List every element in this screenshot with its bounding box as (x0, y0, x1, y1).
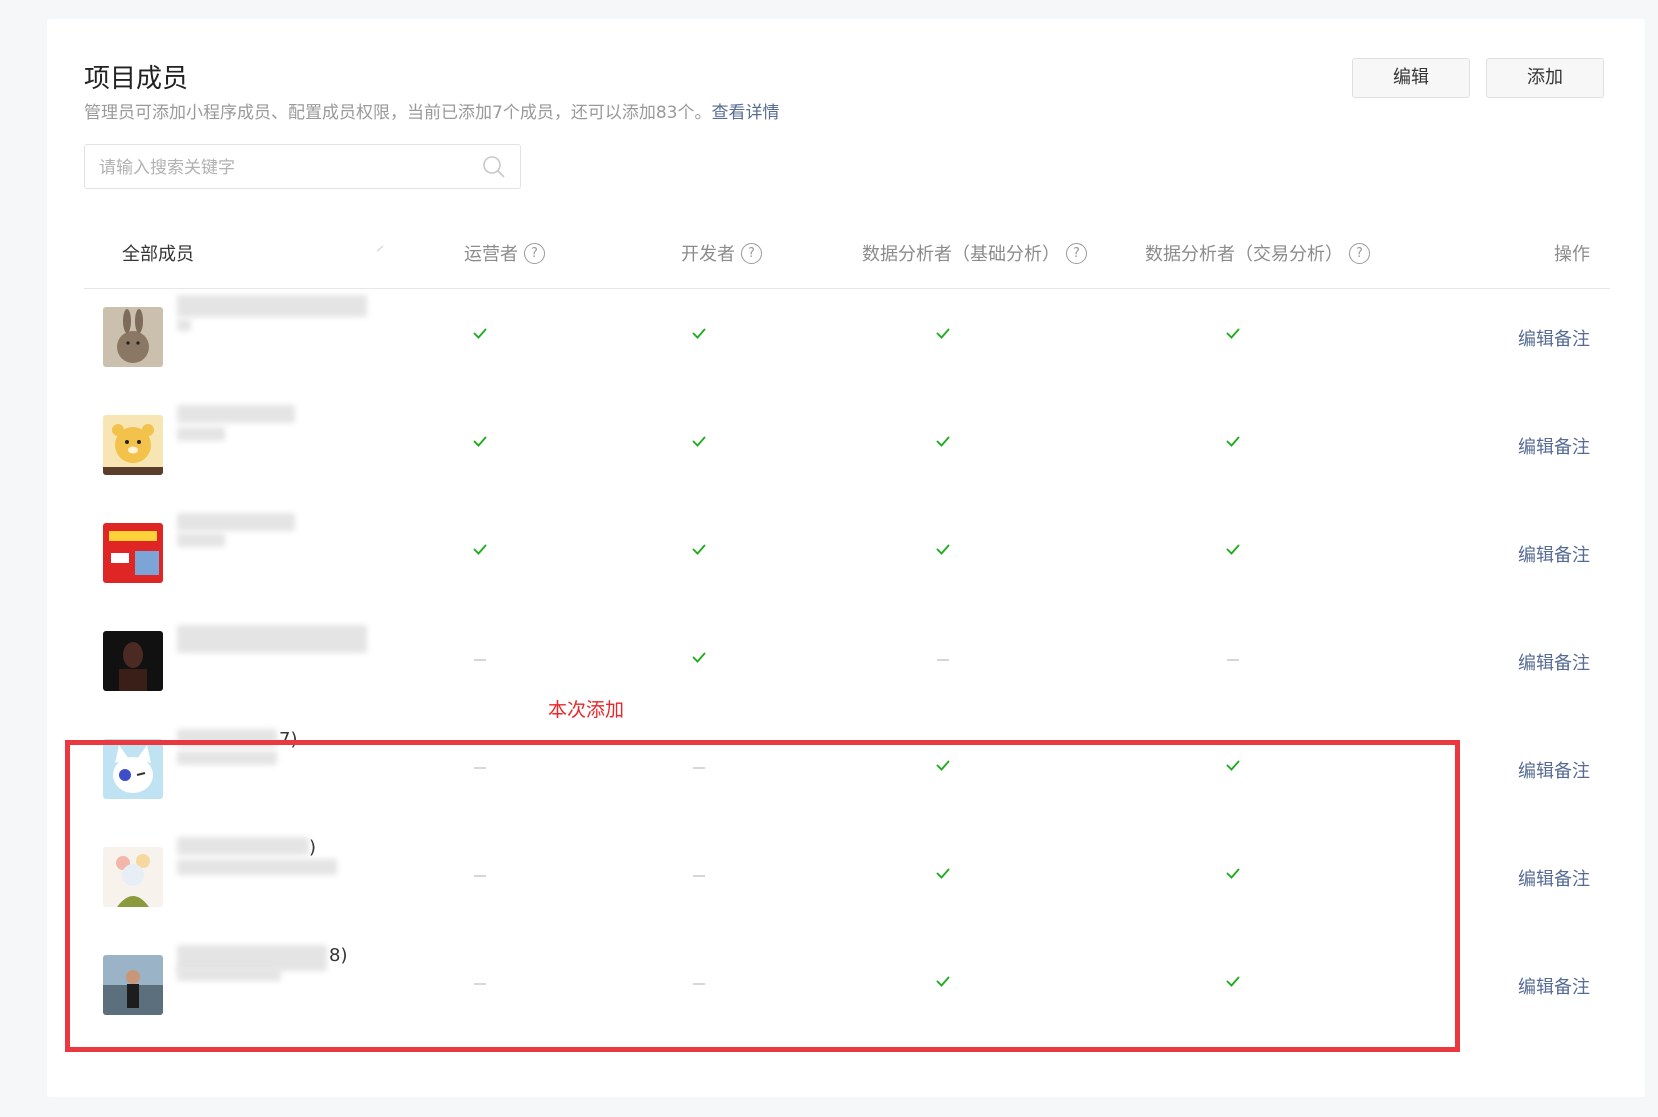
page-title: 项目成员 (84, 64, 189, 94)
redacted-name (177, 625, 367, 653)
rabbit-avatar (103, 307, 163, 367)
check-icon (1223, 431, 1243, 451)
check-icon (689, 539, 709, 559)
check-icon (689, 323, 709, 343)
col-all-members[interactable]: 全部成员 (122, 240, 194, 266)
check-icon (689, 647, 709, 667)
search-input[interactable] (97, 155, 471, 181)
check-icon (933, 431, 953, 451)
annotation-highlight-box (65, 740, 1460, 1052)
table-row: 编辑备注 (84, 391, 1610, 501)
check-icon (1223, 539, 1243, 559)
detail-link[interactable]: 查看详情 (711, 103, 779, 123)
col-data-basic: 数据分析者（基础分析）? (862, 240, 1087, 266)
redacted-name (177, 319, 191, 331)
help-icon[interactable]: ? (1349, 242, 1370, 264)
check-icon (1223, 323, 1243, 343)
annotation-label: 本次添加 (548, 699, 625, 721)
col-actions: 操作 (1554, 240, 1590, 266)
add-button[interactable]: 添加 (1486, 58, 1604, 98)
dark-portrait-avatar (103, 631, 163, 691)
edit-remark-link[interactable]: 编辑备注 (1518, 325, 1590, 351)
sort-indicator (376, 245, 384, 252)
check-icon (470, 323, 490, 343)
check-icon (689, 431, 709, 451)
edit-remark-link[interactable]: 编辑备注 (1518, 541, 1590, 567)
col-label: 操作 (1554, 244, 1590, 265)
redacted-name (177, 533, 225, 547)
edit-button[interactable]: 编辑 (1352, 58, 1470, 98)
redacted-name (177, 513, 295, 531)
col-operator: 运营者? (464, 240, 545, 266)
table-header: 全部成员 运营者? 开发者? 数据分析者（基础分析）? 数据分析者（交易分析）?… (84, 222, 1610, 289)
no-permission-dash (937, 659, 949, 661)
col-data-trade: 数据分析者（交易分析）? (1145, 240, 1370, 266)
search-icon[interactable] (482, 155, 506, 179)
table-row: 编辑备注 (84, 283, 1610, 393)
check-icon (470, 431, 490, 451)
redacted-name (177, 427, 225, 441)
col-label: 数据分析者（交易分析） (1145, 244, 1343, 265)
check-icon (933, 539, 953, 559)
search-box (84, 144, 521, 189)
red-poster-avatar (103, 523, 163, 583)
bear-avatar (103, 415, 163, 475)
no-permission-dash (474, 659, 486, 661)
table-row: 编辑备注 (84, 499, 1610, 609)
edit-remark-link[interactable]: 编辑备注 (1518, 649, 1590, 675)
check-icon (470, 539, 490, 559)
page-subtitle: 管理员可添加小程序成员、配置成员权限，当前已添加7个成员，还可以添加83个。查看… (84, 98, 779, 123)
help-icon[interactable]: ? (1066, 242, 1087, 264)
redacted-name (177, 405, 295, 423)
col-label: 运营者 (464, 244, 518, 265)
edit-remark-link[interactable]: 编辑备注 (1518, 865, 1590, 891)
col-developer: 开发者? (681, 240, 762, 266)
edit-remark-link[interactable]: 编辑备注 (1518, 433, 1590, 459)
col-label: 数据分析者（基础分析） (862, 244, 1060, 265)
help-icon[interactable]: ? (741, 242, 762, 264)
subtitle-text: 管理员可添加小程序成员、配置成员权限，当前已添加7个成员，还可以添加83个。 (84, 103, 712, 123)
edit-remark-link[interactable]: 编辑备注 (1518, 757, 1590, 783)
col-label: 全部成员 (122, 244, 194, 265)
no-permission-dash (1227, 659, 1239, 661)
col-label: 开发者 (681, 244, 735, 265)
help-icon[interactable]: ? (524, 242, 545, 264)
redacted-name (177, 295, 367, 317)
table-row: 编辑备注 (84, 607, 1610, 717)
edit-remark-link[interactable]: 编辑备注 (1518, 973, 1590, 999)
check-icon (933, 323, 953, 343)
